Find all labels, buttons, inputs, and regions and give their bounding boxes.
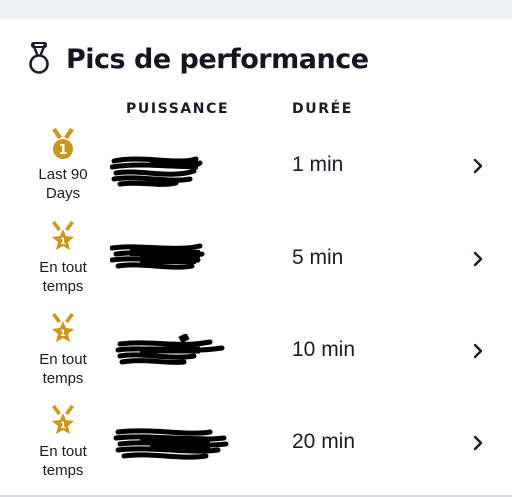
chevron-right-icon[interactable] [471,342,485,360]
peak-row[interactable]: 1 En tout temps 20 min [0,404,512,496]
card-title: Pics de performance [66,43,369,75]
card-header: Pics de performance [28,39,369,79]
badge-label: Last 90 Days [38,166,88,202]
badge-column: 1 En tout temps [22,312,104,388]
chevron-right-icon[interactable] [471,250,485,268]
badge-label: En tout temps [39,259,87,295]
duration-value: 1 min [292,153,344,176]
svg-text:1: 1 [60,329,66,339]
star-medal-icon: 1 [52,405,74,434]
power-value-redacted [110,243,205,270]
badge-column: 1 Last 90 Days [22,127,104,203]
power-value-redacted [113,428,229,460]
duration-value: 5 min [292,246,344,269]
peak-row[interactable]: 1 En tout temps 5 min [0,220,512,312]
power-value-redacted [115,334,225,365]
duration-value: 20 min [292,430,356,453]
star-medal-icon: 1 [52,313,74,342]
badge-column: 1 En tout temps [22,404,104,480]
peak-row[interactable]: 1 En tout temps 10 min [0,312,512,404]
svg-text:1: 1 [60,421,66,431]
duration-value: 10 min [292,338,356,361]
performance-peaks-card: Pics de performance PUISSANCE DURÉE 1 La… [0,19,512,497]
medal-outline-icon [29,42,49,74]
star-medal-icon: 1 [52,221,74,250]
power-value-redacted [110,156,203,187]
gold-medal-icon: 1 [52,128,74,159]
peak-row[interactable]: 1 Last 90 Days 1 min [0,127,512,219]
chevron-right-icon[interactable] [471,434,485,452]
column-header-duration: DURÉE [292,101,353,117]
chevron-right-icon[interactable] [471,157,485,175]
badge-label: En tout temps [39,351,87,387]
badge-label: En tout temps [39,443,87,479]
column-header-power: PUISSANCE [126,101,230,117]
badge-column: 1 En tout temps [22,220,104,296]
svg-text:1: 1 [60,237,66,247]
svg-text:1: 1 [58,143,67,158]
